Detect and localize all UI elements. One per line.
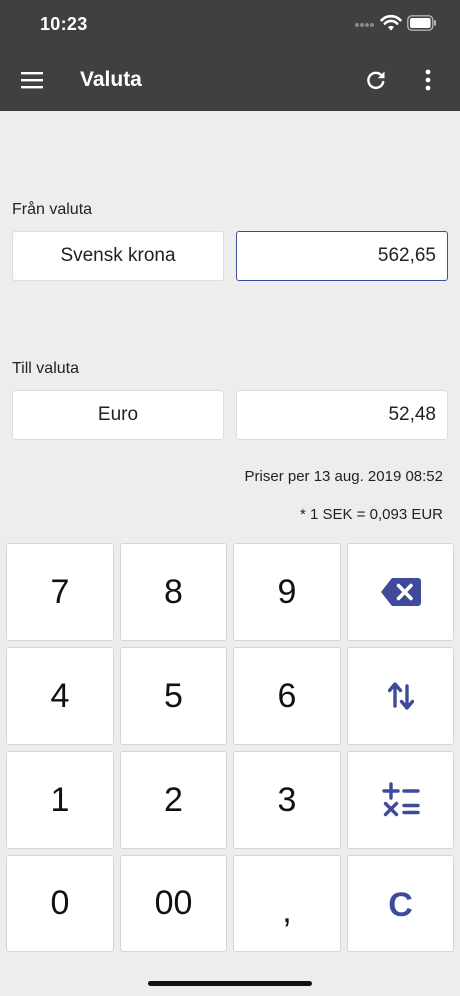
to-currency-name: Euro	[97, 404, 139, 425]
key-00-label: 00	[154, 884, 193, 922]
clear-key[interactable]: C	[347, 855, 454, 952]
cellular-signal-icon	[355, 23, 374, 27]
key-7[interactable]: 7	[6, 543, 114, 641]
key-00[interactable]: 00	[120, 855, 227, 952]
key-1[interactable]: 1	[6, 751, 114, 849]
key-0-label: 0	[50, 884, 70, 922]
prices-timestamp: Priser per 13 aug. 2019 08:52	[244, 468, 443, 485]
key-9-label: 9	[277, 572, 297, 611]
key-5[interactable]: 5	[120, 647, 227, 745]
calculator-ops-icon	[381, 782, 420, 817]
clear-key-label: C	[388, 886, 413, 924]
from-currency-name: Svensk krona	[60, 245, 176, 266]
key-5-label: 5	[164, 676, 183, 715]
exchange-rate: * 1 SEK = 0,093 EUR	[300, 506, 443, 523]
key-comma[interactable]: ,	[233, 855, 341, 952]
key-9[interactable]: 9	[233, 543, 341, 641]
from-currency-label: Från valuta	[12, 201, 93, 218]
key-1-label: 1	[50, 780, 70, 819]
from-currency-selector[interactable]: Svensk krona	[12, 231, 224, 281]
key-4[interactable]: 4	[6, 647, 114, 745]
status-bar: 10:23	[0, 0, 460, 50]
wifi-icon	[380, 14, 402, 31]
key-4-label: 4	[50, 676, 70, 715]
app-bar: Valuta	[0, 50, 460, 111]
swap-arrows-icon	[387, 682, 414, 710]
calculator-key[interactable]	[347, 751, 454, 849]
key-2[interactable]: 2	[120, 751, 227, 849]
key-2-label: 2	[164, 780, 183, 819]
swap-currency-key[interactable]	[347, 647, 454, 745]
backspace-icon	[380, 578, 421, 606]
more-vertical-icon[interactable]	[418, 68, 438, 92]
key-comma-label: ,	[282, 892, 292, 930]
hamburger-menu-icon[interactable]	[21, 69, 43, 91]
from-amount-value: 562,65	[377, 245, 436, 266]
key-6[interactable]: 6	[233, 647, 341, 745]
from-amount-field[interactable]: 562,65	[236, 231, 448, 281]
to-currency-selector[interactable]: Euro	[12, 390, 224, 440]
key-3-label: 3	[277, 780, 297, 819]
backspace-key[interactable]	[347, 543, 454, 641]
key-8[interactable]: 8	[120, 543, 227, 641]
key-0[interactable]: 0	[6, 855, 114, 952]
status-time: 10:23	[40, 14, 88, 34]
home-indicator	[148, 981, 312, 986]
to-currency-label: Till valuta	[12, 360, 79, 377]
to-amount-field[interactable]: 52,48	[236, 390, 448, 440]
refresh-icon[interactable]	[364, 68, 388, 92]
key-6-label: 6	[277, 676, 297, 715]
key-7-label: 7	[50, 572, 70, 611]
to-amount-value: 52,48	[388, 404, 436, 425]
key-3[interactable]: 3	[233, 751, 341, 849]
page-title: Valuta	[80, 68, 142, 91]
battery-icon	[407, 15, 436, 31]
key-8-label: 8	[164, 572, 183, 611]
